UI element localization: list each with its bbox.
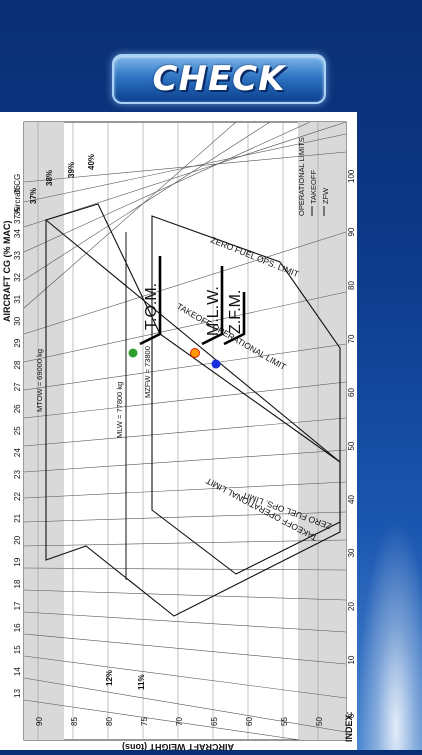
mlw-mark-label: M.L.W.	[205, 286, 222, 336]
weight-tick-label: 80	[105, 717, 114, 726]
cg-axis-title: AIRCRAFT CG (% MAC)	[2, 221, 12, 323]
check-button[interactable]: CHECK	[112, 54, 326, 104]
cloud-background	[357, 520, 422, 750]
cg-tick-label: 19	[13, 557, 22, 566]
mzfw-label: MZFW = 73800	[143, 346, 152, 398]
weight-tick-label: 60	[245, 717, 254, 726]
cg-tick-label: 36	[13, 185, 22, 194]
cg-tick-label: 34	[13, 229, 22, 238]
index-label: INDEX:	[344, 711, 354, 742]
mac-39-label: 39%	[67, 162, 76, 178]
cg-tick-label: 20	[13, 535, 22, 544]
cg-tick-label: 21	[13, 513, 22, 522]
mac-11-label: 11%	[137, 674, 146, 690]
weight-tick-label: 65	[210, 717, 219, 726]
cg-tick-label: 17	[13, 601, 22, 610]
tom-mark-label: T.O.M.	[143, 283, 160, 330]
weight-tick-label: 70	[175, 717, 184, 726]
cg-tick-label: 15	[13, 645, 22, 654]
green-point	[128, 348, 138, 358]
index-tick-label: 20	[347, 602, 356, 611]
mac-12-label: 12%	[105, 670, 114, 686]
weight-axis-title: AIRCRAFT WEIGHT (tons)	[122, 742, 234, 750]
legend-title: OPERATIONAL LIMITS	[297, 137, 306, 216]
legend-zfw: ZFW	[321, 187, 330, 204]
cg-tick-label: 35	[13, 207, 22, 216]
cg-tick-label: 23	[13, 470, 22, 479]
cg-tick-label: 18	[13, 579, 22, 588]
index-tick-label: 40	[347, 495, 356, 504]
cg-tick-label: 24	[13, 448, 22, 457]
cg-tick-label: 27	[13, 382, 22, 391]
cg-tick-label: 22	[13, 491, 22, 500]
cg-tick-label: 14	[13, 667, 22, 676]
zfm-mark-label: Z.F.M.	[227, 290, 244, 334]
index-tick-label: 80	[347, 281, 356, 290]
cg-tick-label: 25	[13, 426, 22, 435]
cg-tick-label: 13	[13, 689, 22, 698]
index-tick-label: 50	[347, 441, 356, 450]
mac-37-label: 37%	[29, 188, 38, 204]
weight-balance-chart[interactable]: AIRCRAFT CG (% MAC) 37 Aircraft CG 13 14 1…	[0, 112, 357, 752]
index-tick-label: 30	[347, 548, 356, 557]
weight-tick-label: 55	[280, 717, 289, 726]
weight-tick-label: 50	[315, 717, 324, 726]
index-tick-label: 90	[347, 227, 356, 236]
mlw-label: MLW = 77800 kg	[115, 382, 124, 438]
legend-takeoff: TAKEOFF	[309, 170, 318, 204]
weight-tick-label: 90	[35, 717, 44, 726]
index-tick-label: 100	[347, 169, 356, 183]
header: CHECK	[0, 0, 422, 110]
check-button-label: CHECK	[152, 59, 286, 99]
blue-point	[211, 359, 221, 369]
gray-band-left	[24, 122, 64, 740]
index-tick-label: 10	[347, 655, 356, 664]
cg-tick-label: 30	[13, 316, 22, 325]
index-tick-label: 60	[347, 388, 356, 397]
weight-tick-label: 85	[70, 717, 79, 726]
cg-tick-label: 16	[13, 623, 22, 632]
mac-38-label: 38%	[45, 170, 54, 186]
cg-tick-label: 28	[13, 360, 22, 369]
cg-tick-label: 26	[13, 404, 22, 413]
cg-tick-label: 33	[13, 251, 22, 260]
orange-point	[190, 348, 200, 358]
index-tick-label: 70	[347, 334, 356, 343]
mac-40-label: 40%	[87, 154, 96, 170]
mtow-label: MTOW = 69000 kg	[35, 349, 44, 412]
cg-tick-label: 29	[13, 338, 22, 347]
cg-tick-label: 31	[13, 294, 22, 303]
weight-tick-label: 75	[140, 717, 149, 726]
cg-tick-label: 32	[13, 272, 22, 281]
